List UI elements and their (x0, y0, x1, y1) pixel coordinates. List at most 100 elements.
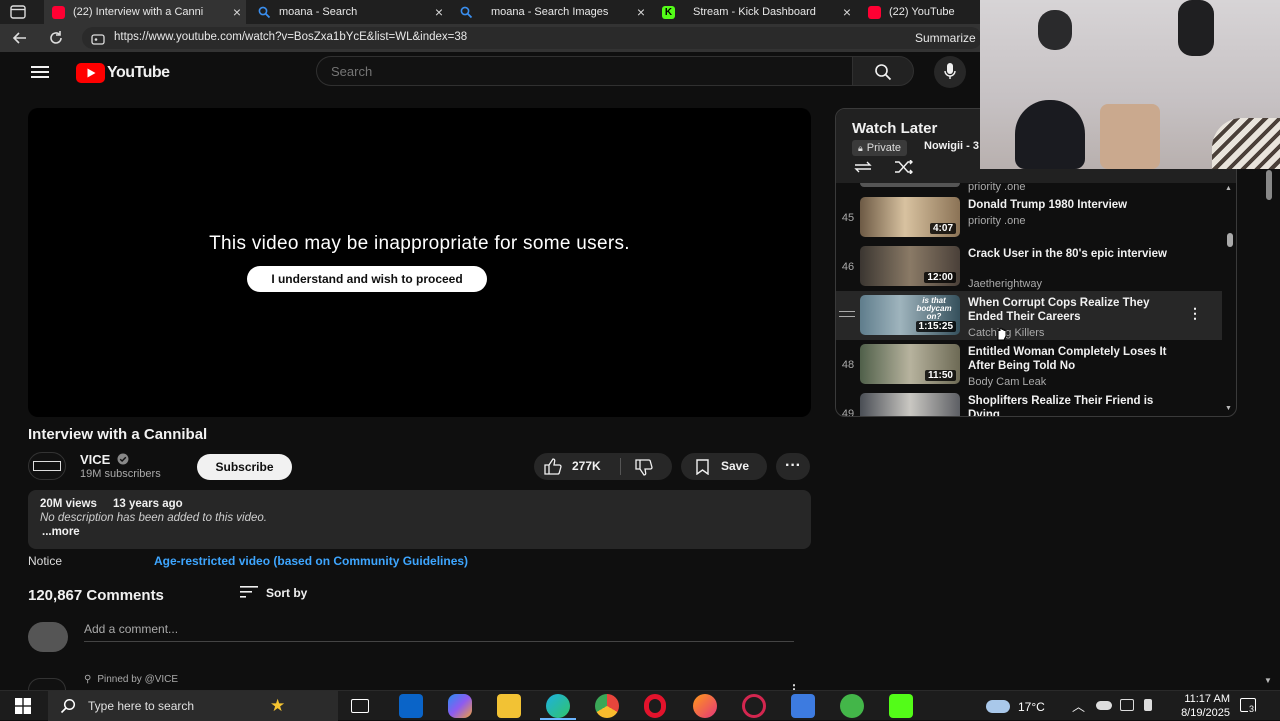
close-tab-icon[interactable]: × (632, 4, 650, 20)
tab-kick-dashboard[interactable]: K Stream - Kick Dashboard × (654, 0, 856, 24)
subscribe-button[interactable]: Subscribe (197, 454, 292, 480)
scroll-down-icon[interactable]: ▼ (1225, 405, 1232, 412)
webcam-stripes (1212, 118, 1280, 169)
thumbnail: 4:07 (860, 197, 960, 237)
privacy-label: Private (866, 142, 902, 154)
start-button[interactable] (15, 698, 31, 719)
playlist-scrollbar[interactable]: ▲ ▼ (1224, 183, 1236, 416)
drag-handle-icon[interactable] (839, 311, 855, 317)
thumbnail (860, 183, 960, 187)
webcam-cap (1015, 100, 1085, 169)
vice-logo-icon (33, 461, 61, 471)
age-restriction-link[interactable]: Age-restricted video (based on Community… (154, 554, 468, 568)
kick-app-icon[interactable] (889, 694, 913, 718)
dislike-button[interactable] (621, 453, 672, 480)
comments-count: 120,867 Comments (28, 587, 164, 604)
playlist-item[interactable]: 45 4:07 Donald Trump 1980 Interview prio… (836, 193, 1222, 242)
tab-label: moana - Search (279, 6, 358, 18)
copilot-icon[interactable] (448, 694, 472, 718)
more-horizontal-icon: ··· (785, 457, 801, 474)
save-label: Save (721, 459, 750, 473)
playlist-title[interactable]: Watch Later (852, 120, 937, 137)
sort-comments-button[interactable]: Sort by (240, 586, 307, 600)
scroll-thumb[interactable] (1227, 233, 1233, 247)
taskbar-search[interactable]: Type here to search ★ (48, 691, 338, 721)
close-tab-icon[interactable]: × (430, 4, 448, 20)
more-actions-button[interactable]: ··· (776, 453, 810, 480)
firefox-icon[interactable] (693, 694, 717, 718)
close-tab-icon[interactable]: × (228, 4, 246, 20)
tab-youtube-video[interactable]: (22) Interview with a Canni × (44, 0, 246, 24)
save-button[interactable]: Save (681, 453, 767, 480)
tab-moana-images[interactable]: moana - Search Images × (452, 0, 650, 24)
clock-time[interactable]: 11:17 AM (1168, 693, 1230, 705)
playlist-item[interactable]: 48 11:50 Entitled Woman Completely Loses… (836, 340, 1222, 389)
network-icon[interactable] (1120, 699, 1134, 711)
like-button[interactable]: 277K (534, 453, 620, 480)
item-menu-icon[interactable]: ⋮ (1188, 305, 1202, 322)
opera-icon[interactable] (644, 694, 666, 718)
chrome-icon[interactable] (595, 694, 619, 718)
playlist-item-channel: Body Cam Leak (968, 376, 1047, 388)
video-player[interactable]: This video may be inappropriate for some… (28, 108, 811, 417)
app-green-icon[interactable] (840, 694, 864, 718)
description-box[interactable]: 20M views 13 years ago No description ha… (28, 490, 811, 549)
menu-icon[interactable] (31, 65, 49, 84)
playlist-item-hovered[interactable]: is that bodycam on? 1:15:25 When Corrupt… (836, 291, 1222, 340)
pinned-text: Pinned by @VICE (97, 674, 179, 685)
playlist-owner[interactable]: Nowigii - 3 (924, 140, 979, 152)
scroll-up-icon[interactable]: ▲ (1225, 185, 1232, 192)
tab-label: Stream - Kick Dashboard (693, 6, 816, 18)
search-input[interactable] (331, 64, 811, 79)
add-comment-input[interactable]: Add a comment... (84, 622, 794, 642)
store-icon[interactable] (791, 694, 815, 718)
chevron-up-icon[interactable]: ︿ (1072, 696, 1085, 715)
refresh-icon[interactable] (48, 30, 64, 51)
youtube-icon (868, 5, 881, 19)
opera-gx-icon[interactable] (742, 694, 766, 718)
url-field[interactable]: https://www.youtube.com/watch?v=BosZxa1b… (82, 27, 982, 49)
thumbnail-caption: is that bodycam on? (916, 296, 952, 321)
playlist-item-title: Entitled Woman Completely Loses It After… (968, 346, 1167, 372)
search-button[interactable] (852, 56, 914, 86)
summarize-button[interactable]: Summarize (915, 31, 976, 45)
playlist-item[interactable]: 46 12:00 Crack User in the 80's epic int… (836, 242, 1222, 291)
verified-icon (117, 453, 129, 465)
task-view-icon[interactable] (351, 699, 369, 713)
pinned-vice-avatar[interactable] (28, 678, 66, 690)
user-avatar (28, 622, 68, 652)
kick-icon: K (662, 5, 675, 19)
file-explorer-icon[interactable] (497, 694, 521, 718)
youtube-logo[interactable]: YouTube (76, 63, 170, 83)
scroll-down-icon[interactable]: ▼ (1264, 676, 1272, 685)
playlist-item[interactable]: 49 Shoplifters Realize Their Friend is D… (836, 389, 1222, 416)
site-info-icon[interactable] (91, 32, 105, 50)
onedrive-icon[interactable] (1096, 701, 1112, 710)
search-box[interactable] (316, 56, 852, 86)
channel-avatar[interactable] (28, 452, 66, 480)
show-more-link[interactable]: ...more (42, 526, 80, 538)
playlist-item-title: Donald Trump 1980 Interview (968, 199, 1128, 211)
tab-youtube-home[interactable]: (22) YouTube (860, 0, 980, 24)
channel-name[interactable]: VICE (80, 452, 129, 467)
notification-button[interactable]: 3 (1240, 698, 1256, 714)
tab-moana-search[interactable]: moana - Search × (250, 0, 448, 24)
microphone-icon (944, 63, 956, 79)
weather-icon[interactable] (986, 700, 1010, 713)
page-scrollbar[interactable]: ▼ (1262, 170, 1276, 690)
edge-icon[interactable] (546, 694, 570, 718)
playlist-row-partial[interactable]: priority .one (836, 181, 1222, 193)
weather-temp[interactable]: 17°C (1018, 700, 1045, 714)
voice-search-button[interactable] (934, 56, 966, 88)
shuffle-icon[interactable] (894, 159, 914, 179)
outlook-icon[interactable] (399, 694, 423, 718)
clock-date[interactable]: 8/19/2025 (1168, 707, 1230, 719)
back-icon[interactable] (12, 30, 28, 51)
close-tab-icon[interactable]: × (838, 4, 856, 20)
page-scroll-thumb[interactable] (1266, 170, 1272, 200)
thumbnail: 11:50 (860, 344, 960, 384)
proceed-button[interactable]: I understand and wish to proceed (247, 266, 487, 292)
volume-icon[interactable] (1144, 699, 1152, 711)
loop-icon[interactable] (852, 160, 874, 179)
tab-actions-icon[interactable] (10, 5, 26, 19)
